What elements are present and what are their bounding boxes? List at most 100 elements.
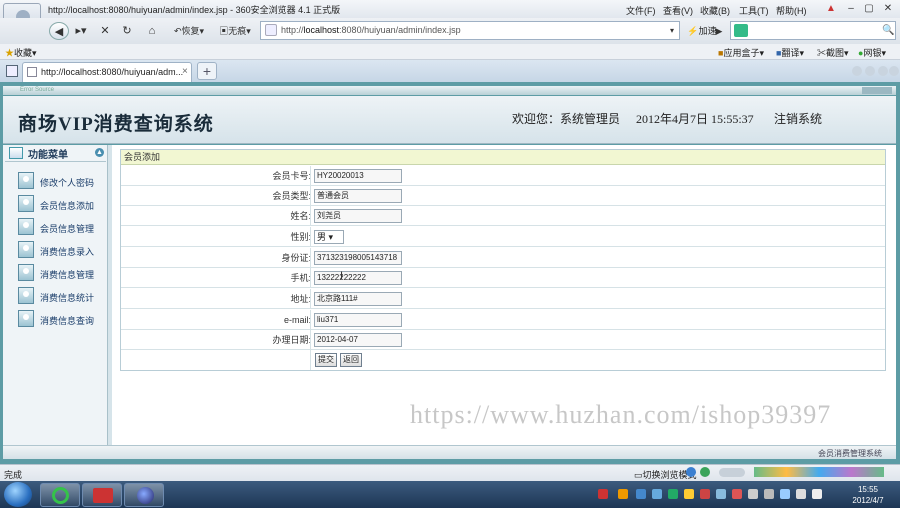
app-footer (3, 445, 896, 459)
start-button[interactable] (4, 482, 32, 507)
sidebar-item-change-password[interactable]: 修改个人密码 (18, 172, 108, 190)
email-input[interactable]: liu371 (314, 313, 402, 327)
maximize-button[interactable]: ▢ (861, 2, 877, 15)
back-button[interactable]: ◀ (49, 22, 69, 40)
logout-link[interactable]: 注销系统 (774, 110, 822, 127)
tab-close-all-icon[interactable] (889, 66, 899, 76)
user-icon (18, 218, 34, 235)
tab-scroll-right-icon[interactable] (865, 66, 875, 76)
tray-icon[interactable] (618, 489, 628, 499)
sidebar-header: 功能菜单 ▲ (5, 146, 106, 162)
tray-icon[interactable] (716, 489, 726, 499)
menu-favorites[interactable]: 收藏(B) (700, 4, 730, 17)
tray-icon[interactable] (748, 489, 758, 499)
search-input[interactable] (730, 21, 896, 40)
chevron-down-icon: ▾ (328, 232, 334, 242)
user-icon (18, 241, 34, 258)
minimize-button[interactable]: – (843, 2, 859, 15)
address-dropdown-icon[interactable]: ▾ (667, 22, 677, 40)
tray-icon[interactable] (598, 489, 608, 499)
tab-list-icon[interactable] (878, 66, 888, 76)
stop-icon[interactable]: ✕ (97, 22, 113, 40)
user-icon (18, 310, 34, 327)
tray-icon[interactable] (732, 489, 742, 499)
sidebar-item-consume-manage[interactable]: 消费信息管理 (18, 264, 108, 282)
taskbar-app-icon[interactable] (82, 483, 122, 507)
sidebar-item-member-add[interactable]: 会员信息添加 (18, 195, 108, 213)
join-date-input[interactable]: 2012-04-07 (314, 333, 402, 347)
id-card-input[interactable]: 371323198005143718 (314, 251, 402, 265)
toggle-icon[interactable] (719, 468, 745, 477)
tray-icon[interactable] (700, 489, 710, 499)
tray-icon[interactable] (796, 489, 806, 499)
system-title: 商场VIP消费查询系统 (18, 114, 214, 135)
go-icon[interactable]: ▶ (712, 22, 726, 40)
tray-icon[interactable] (780, 489, 790, 499)
safe-icon[interactable] (700, 467, 710, 477)
volume-icon[interactable] (812, 489, 822, 499)
submit-button[interactable]: 提交 (315, 353, 337, 367)
menu-tools[interactable]: 工具(T) (739, 4, 769, 17)
tab-active[interactable]: http://localhost:8080/huiyuan/adm... (22, 62, 192, 82)
card-no-input[interactable]: HY20020013 (314, 169, 402, 183)
collapse-icon[interactable]: ▲ (95, 148, 104, 157)
form-row-phone: 手机: 13222222222 (121, 268, 885, 288)
taskbar-clock[interactable]: 15:55 2012/4/7 (838, 484, 898, 506)
phone-input[interactable]: 13222222222 (314, 271, 402, 285)
form-row-email: e-mail: liu371 (121, 310, 885, 330)
watermark: https://www.huzhan.com/ishop39397 (410, 400, 832, 429)
menu-help[interactable]: 帮助(H) (776, 4, 807, 17)
sidebar-item-consume-entry[interactable]: 消费信息录入 (18, 241, 108, 259)
gender-select[interactable]: 男 ▾ (314, 230, 344, 244)
address-input[interactable]: 北京路111# (314, 292, 402, 306)
taskbar-ie-icon[interactable] (40, 483, 80, 507)
status-tools[interactable] (754, 467, 884, 477)
text-cursor-icon: I (340, 270, 344, 282)
user-icon (18, 172, 34, 189)
tray-icon[interactable] (764, 489, 774, 499)
sidebar-item-consume-query[interactable]: 消费信息查询 (18, 310, 108, 328)
bank-button[interactable]: ●网银▾ (858, 46, 886, 59)
favorites-button[interactable]: ★收藏▾ (5, 46, 37, 59)
tab-favicon-icon (27, 67, 37, 77)
sidebar-item-consume-stats[interactable]: 消费信息统计 (18, 287, 108, 305)
member-type-input[interactable]: 普通会员 (314, 189, 402, 203)
back-button-form[interactable]: 返回 (340, 353, 362, 367)
home-icon[interactable]: ⌂ (144, 22, 160, 40)
incognito-button[interactable]: ▣无痕▾ (214, 22, 256, 40)
bookmark-bar (0, 44, 900, 60)
user-icon (18, 195, 34, 212)
new-tab-button[interactable]: + (197, 62, 217, 80)
screenshot-button[interactable]: ✂截图▾ (817, 46, 849, 59)
scissors-icon: ✂ (817, 48, 827, 58)
address-bar[interactable]: http://localhost:8080/huiyuan/admin/inde… (260, 21, 680, 40)
welcome-text: 欢迎您：系统管理员 (512, 112, 621, 126)
sidebar-toggle-icon[interactable] (6, 65, 18, 77)
taskbar-eclipse-icon[interactable] (124, 483, 164, 507)
sidebar-item-member-manage[interactable]: 会员信息管理 (18, 218, 108, 236)
skin-icon[interactable]: ▲ (823, 2, 839, 15)
tab-close-icon[interactable]: × (182, 66, 188, 77)
restore-button[interactable]: ↶恢复▾ (168, 22, 210, 40)
search-engine-icon[interactable] (734, 24, 748, 37)
translate-button[interactable]: ■翻译▾ (776, 46, 804, 59)
tray-icon[interactable] (684, 489, 694, 499)
close-window-button[interactable]: ✕ (880, 2, 896, 15)
form-row-id-card: 身份证: 371323198005143718 (121, 248, 885, 268)
globe-icon[interactable] (686, 467, 696, 477)
name-input[interactable]: 刘尧员 (314, 209, 402, 223)
app-box-button[interactable]: ■应用盒子▾ (718, 46, 764, 59)
search-icon[interactable]: 🔍 (882, 25, 894, 36)
tray-icon[interactable] (668, 489, 678, 499)
star-icon: ★ (5, 48, 15, 58)
user-icon (18, 287, 34, 304)
menu-file[interactable]: 文件(F) (626, 4, 656, 17)
tab-scroll-left-icon[interactable] (852, 66, 862, 76)
menu-view[interactable]: 查看(V) (663, 4, 693, 17)
strip-controls[interactable] (862, 87, 892, 94)
tray-icon[interactable] (652, 489, 662, 499)
tray-icon[interactable] (636, 489, 646, 499)
window-title: http://localhost:8080/huiyuan/admin/inde… (48, 5, 341, 15)
refresh-icon[interactable]: ↻ (119, 22, 135, 40)
forward-button[interactable]: ▸▾ (70, 22, 92, 40)
